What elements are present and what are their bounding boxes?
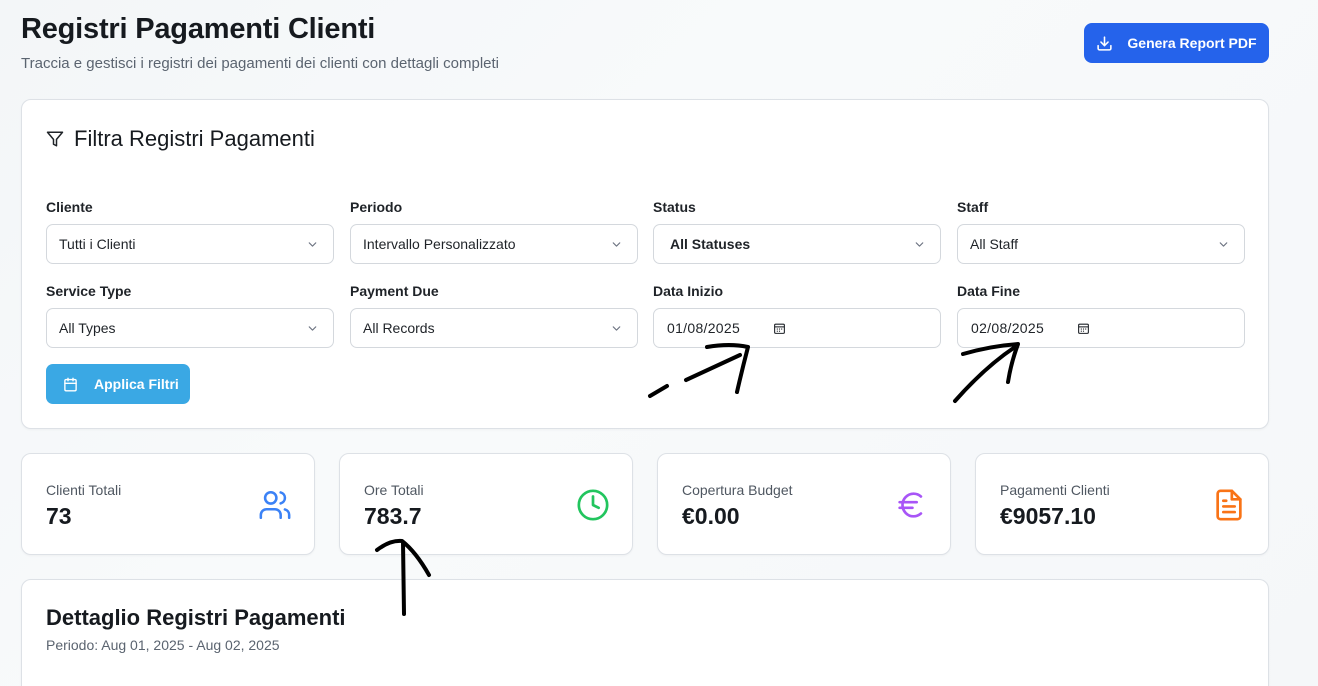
data-fine-label: Data Fine [957,283,1021,299]
service-type-select[interactable]: All Types [46,308,334,348]
calendar-icon [64,377,77,391]
calendar-icon[interactable] [1077,322,1090,335]
stat-label: Ore Totali [364,482,424,498]
detail-period: Periodo: Aug 01, 2025 - Aug 02, 2025 [46,637,280,653]
page-title: Registri Pagamenti Clienti [21,13,376,45]
clock-icon [577,489,609,521]
periodo-label: Periodo [350,199,403,215]
stat-value: 783.7 [364,503,422,529]
service-type-select-value: All Types [59,320,116,336]
chevron-down-icon [1219,242,1228,247]
detail-title: Dettaglio Registri Pagamenti [46,605,346,630]
download-icon [1097,35,1113,51]
status-label: Status [653,199,696,215]
stat-card-pagamenti-clienti: Pagamenti Clienti €9057.10 [975,453,1269,555]
payment-due-select-value: All Records [363,320,435,336]
stat-value: 73 [46,503,72,529]
periodo-select-value: Intervallo Personalizzato [363,236,516,252]
data-fine-value: 02/08/2025 [971,320,1045,336]
payment-due-select[interactable]: All Records [350,308,638,348]
calendar-icon[interactable] [773,322,786,335]
users-icon [259,490,291,520]
apply-filters-button[interactable]: Applica Filtri [46,364,190,404]
periodo-select[interactable]: Intervallo Personalizzato [350,224,638,264]
stat-label: Copertura Budget [682,482,793,498]
staff-select-value: All Staff [970,236,1018,252]
cliente-select[interactable]: Tutti i Clienti [46,224,334,264]
service-type-label: Service Type [46,283,132,299]
filter-title-text: Filtra Registri Pagamenti [74,126,315,151]
stat-value: €9057.10 [1000,503,1096,529]
generate-report-label: Genera Report PDF [1127,35,1257,51]
chevron-down-icon [308,242,317,247]
apply-filters-label: Applica Filtri [94,376,179,392]
data-fine-input[interactable]: 02/08/2025 [957,308,1245,348]
page-subtitle: Traccia e gestisci i registri dei pagame… [21,55,500,72]
chevron-down-icon [915,242,924,247]
stat-card-ore-totali: Ore Totali 783.7 [339,453,633,555]
cliente-label: Cliente [46,199,93,215]
page: Registri Pagamenti Clienti Traccia e ges… [0,0,1318,686]
stat-label: Clienti Totali [46,482,122,498]
stat-label: Pagamenti Clienti [1000,482,1110,498]
document-icon [1216,489,1242,521]
stat-card-copertura-budget: Copertura Budget €0.00 [657,453,951,555]
chevron-down-icon [612,326,621,331]
cliente-select-value: Tutti i Clienti [59,236,136,252]
status-select[interactable]: All Statuses [653,224,941,264]
stat-value: €0.00 [682,503,740,529]
staff-select[interactable]: All Staff [957,224,1245,264]
filter-title: Filtra Registri Pagamenti [46,126,315,152]
chevron-down-icon [308,326,317,331]
filter-icon [46,131,64,147]
stat-card-clienti-totali: Clienti Totali 73 [21,453,315,555]
staff-label: Staff [957,199,989,215]
data-inizio-label: Data Inizio [653,283,724,299]
generate-report-button[interactable]: Genera Report PDF [1084,23,1269,63]
payment-due-label: Payment Due [350,283,439,299]
chevron-down-icon [612,242,621,247]
euro-icon [898,492,923,518]
data-inizio-input[interactable]: 01/08/2025 [653,308,941,348]
data-inizio-value: 01/08/2025 [667,320,741,336]
detail-card: Dettaglio Registri Pagamenti Periodo: Au… [21,579,1269,686]
filter-card: Filtra Registri Pagamenti Cliente Tutti … [21,99,1269,429]
status-select-value: All Statuses [670,236,751,252]
